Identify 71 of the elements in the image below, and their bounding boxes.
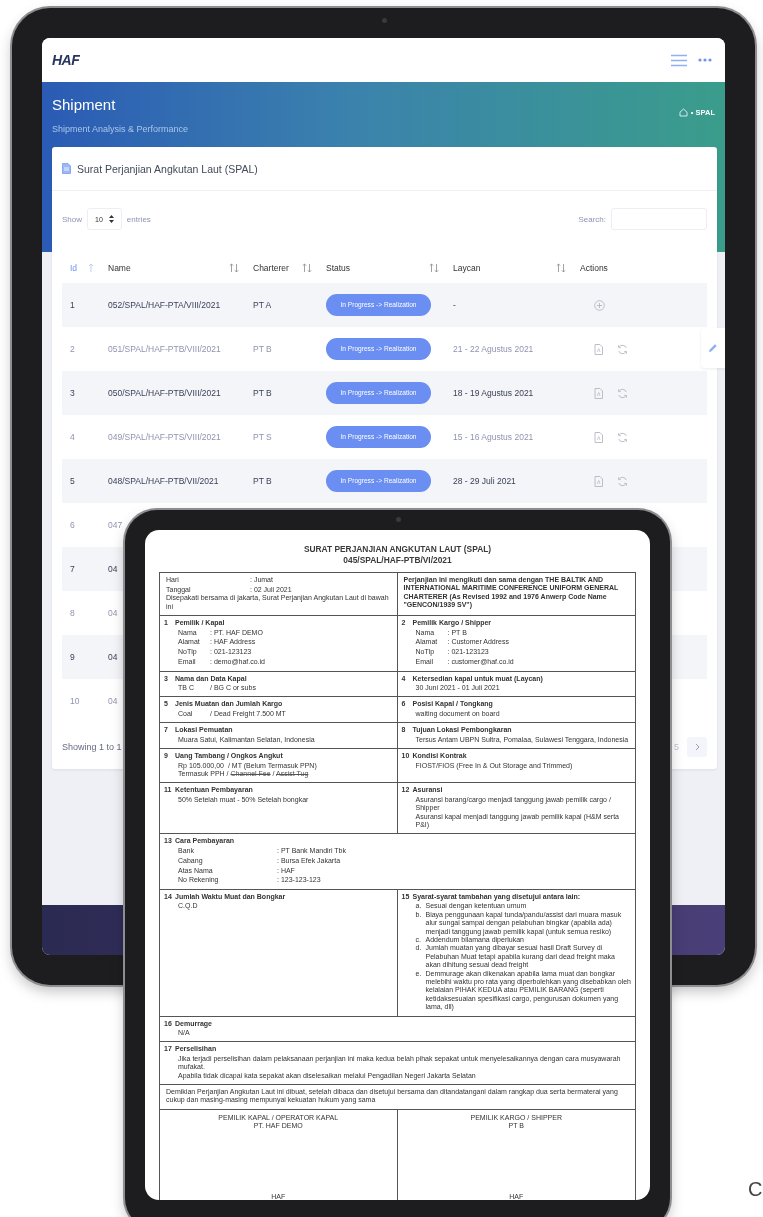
doc-number: 045/SPAL/HAF-PTB/VI/2021 xyxy=(342,555,453,566)
refresh-icon[interactable] xyxy=(617,475,628,487)
table-cell: PT B xyxy=(253,344,272,354)
sort-icon xyxy=(429,263,439,273)
search-label: Search: xyxy=(578,214,606,224)
page-subtitle: Shipment Analysis & Performance xyxy=(52,123,189,135)
table-cell: 4 xyxy=(70,432,75,442)
column-header[interactable]: Charterer xyxy=(245,253,318,283)
sort-icon xyxy=(229,263,239,273)
table-cell: 1 xyxy=(70,300,75,310)
table-cell: PT B xyxy=(253,388,272,398)
table-cell: 7 xyxy=(70,564,75,574)
table-info: Showing 1 to 1 xyxy=(62,742,122,752)
next-page-button[interactable] xyxy=(687,737,707,757)
card-title: Surat Perjanjian Angkutan Laut (SPAL) xyxy=(77,162,258,175)
page-title: Shipment xyxy=(52,96,117,114)
table-cell: 04 xyxy=(108,608,118,618)
document-icon xyxy=(62,163,71,174)
table-cell: PT S xyxy=(253,432,272,442)
refresh-icon[interactable] xyxy=(617,343,628,355)
column-header[interactable]: Laycan xyxy=(445,253,572,283)
table-cell: 8 xyxy=(70,608,75,618)
sort-icon xyxy=(302,263,312,273)
pencil-icon xyxy=(708,343,718,353)
file-icon[interactable] xyxy=(594,387,603,399)
file-icon[interactable] xyxy=(594,475,603,487)
table-cell: - xyxy=(453,300,456,310)
table-cell: 21 - 22 Agustus 2021 xyxy=(453,344,534,354)
column-header[interactable]: Status xyxy=(318,253,445,283)
table-cell: 28 - 29 Juli 2021 xyxy=(453,476,516,486)
table-cell: 050/SPAL/HAF-PTB/VIII/2021 xyxy=(108,388,221,398)
table-cell: 047 xyxy=(108,520,123,530)
table-cell: 048/SPAL/HAF-PTB/VII/2021 xyxy=(108,476,219,486)
table-cell: 04 xyxy=(108,652,118,662)
sort-icon xyxy=(556,263,566,273)
table-cell: 049/SPAL/HAF-PTS/VIII/2021 xyxy=(108,432,221,442)
more-icon xyxy=(698,58,712,62)
refresh-icon[interactable] xyxy=(617,431,628,443)
logo[interactable]: HAF xyxy=(52,52,80,68)
home-icon xyxy=(678,108,688,117)
camera-icon xyxy=(381,18,387,23)
file-icon[interactable] xyxy=(594,343,603,355)
column-header[interactable]: Name xyxy=(100,253,245,283)
table-cell: 04 xyxy=(108,564,118,574)
table-cell: 04 xyxy=(108,696,118,706)
doc-title: SURAT PERJANJIAN ANGKUTAN LAUT (SPAL) xyxy=(302,544,493,555)
edit-button[interactable] xyxy=(701,328,725,368)
table-cell: 6 xyxy=(70,520,75,530)
length-label: Show xyxy=(62,214,82,224)
refresh-icon[interactable] xyxy=(617,387,628,399)
table-cell: 5 xyxy=(70,476,75,486)
camera-icon xyxy=(395,517,401,522)
column-header: Actions xyxy=(579,262,609,275)
cut-off-text: C xyxy=(748,1178,763,1201)
table-cell: 18 - 19 Agustus 2021 xyxy=(453,388,534,398)
table-cell: 3 xyxy=(70,388,75,398)
table-cell: 10 xyxy=(70,696,80,706)
plus-circle-icon[interactable] xyxy=(594,299,605,311)
table-cell: PT B xyxy=(253,476,272,486)
menu-icon xyxy=(670,53,688,67)
table-cell: PT A xyxy=(253,300,272,310)
table-cell: 9 xyxy=(70,652,75,662)
table-cell: 15 - 16 Agustus 2021 xyxy=(453,432,534,442)
chevron-right-icon xyxy=(694,743,700,751)
table-cell: 051/SPAL/HAF-PTB/VIII/2021 xyxy=(108,344,221,354)
table-cell: 052/SPAL/HAF-PTA/VIII/2021 xyxy=(108,300,221,310)
updown-icon xyxy=(108,215,114,223)
sort-icon xyxy=(88,263,94,273)
table-cell: 2 xyxy=(70,344,75,354)
file-icon[interactable] xyxy=(594,431,603,443)
length-label: entries xyxy=(126,214,151,224)
